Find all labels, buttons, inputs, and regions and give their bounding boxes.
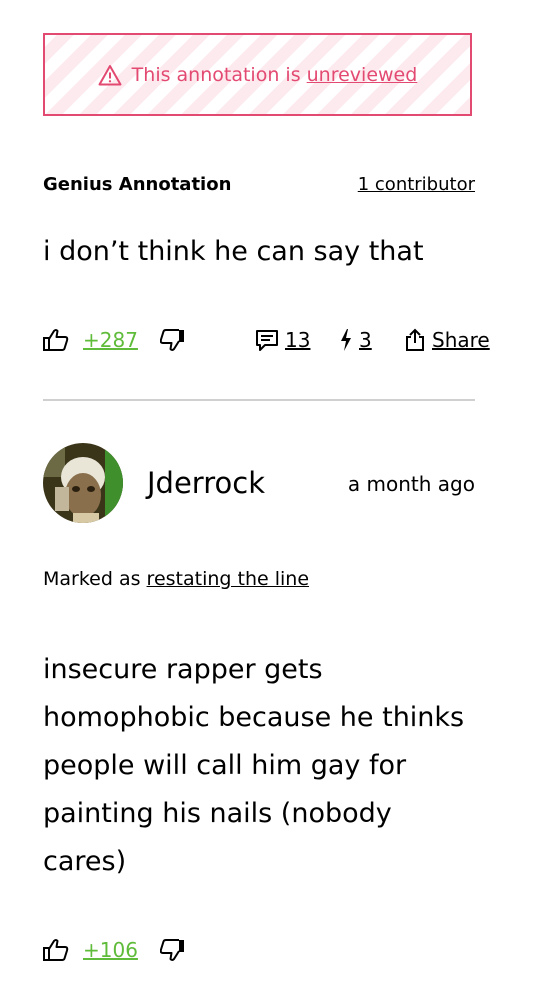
- marked-as: Marked as restating the line: [43, 568, 309, 590]
- comment-count: 13: [285, 328, 311, 352]
- share-icon: [404, 328, 426, 352]
- banner-prefix: This annotation is: [131, 63, 307, 86]
- echo-count: 3: [359, 328, 372, 352]
- echo-button[interactable]: 3: [339, 328, 372, 352]
- timestamp: a month ago: [347, 472, 475, 496]
- unreviewed-banner: This annotation is unreviewed: [43, 33, 472, 116]
- comment-header: Jderrock a month ago: [43, 442, 475, 524]
- avatar[interactable]: [43, 443, 123, 523]
- comment-icon: [255, 328, 279, 352]
- divider: [43, 399, 475, 401]
- annotation-header: Genius Annotation 1 contributor: [43, 170, 475, 198]
- comments-button[interactable]: 13: [255, 328, 310, 352]
- share-button[interactable]: Share: [404, 328, 490, 352]
- comment-body: insecure rapper gets homophobic because …: [43, 654, 465, 877]
- unreviewed-link[interactable]: unreviewed: [307, 64, 418, 86]
- contributors-link[interactable]: 1 contributor: [358, 174, 475, 195]
- thumbs-down-icon[interactable]: [159, 328, 186, 352]
- annotation-label: Genius Annotation: [43, 173, 232, 195]
- username[interactable]: Jderrock: [147, 466, 265, 500]
- thumbs-up-icon[interactable]: [43, 328, 69, 352]
- thumbs-up-icon[interactable]: [43, 938, 69, 962]
- annotation-action-bar: +287 13 3 Share: [43, 325, 503, 355]
- upvote-count[interactable]: +287: [83, 328, 138, 352]
- lightning-icon: [339, 328, 353, 352]
- comment-action-bar: +106: [43, 935, 186, 965]
- annotation-body: i don’t think he can say that: [43, 236, 424, 267]
- marked-prefix: Marked as: [43, 568, 147, 590]
- share-label: Share: [432, 328, 490, 352]
- thumbs-down-icon[interactable]: [159, 938, 186, 962]
- marked-link[interactable]: restating the line: [147, 568, 309, 590]
- upvote-count[interactable]: +106: [83, 938, 138, 962]
- banner-text: This annotation is unreviewed: [132, 64, 418, 86]
- warning-icon: [98, 64, 122, 86]
